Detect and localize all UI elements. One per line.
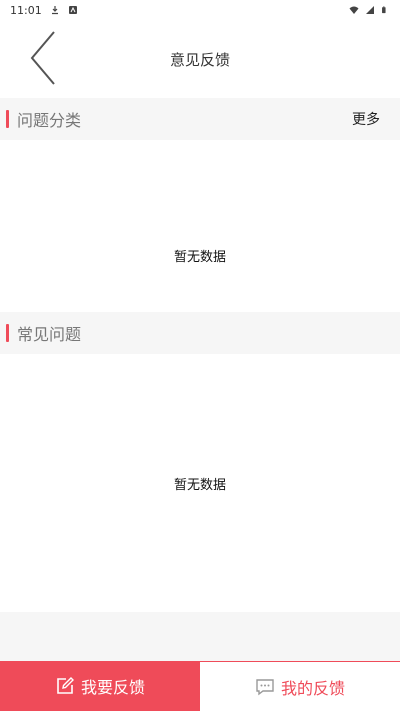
message-icon <box>256 678 274 695</box>
chevron-left-icon <box>30 31 55 85</box>
section-header-left: 问题分类 <box>0 107 81 131</box>
nav-bar: 意见反馈 <box>0 20 400 98</box>
faq-empty-text: 暂无数据 <box>173 477 226 493</box>
battery-icon <box>382 6 386 14</box>
status-left: 11:01 <box>10 4 78 17</box>
submit-feedback-label: 我要反馈 <box>80 678 145 697</box>
my-feedback-label: 我的反馈 <box>280 678 345 698</box>
section-header-category: 问题分类 更多 <box>0 98 400 140</box>
status-bar: 11:01 <box>0 0 400 20</box>
edit-icon <box>57 677 74 694</box>
section-title-faq: 常见问题 <box>17 325 82 344</box>
section-title-category: 问题分类 <box>17 111 82 130</box>
my-feedback-button[interactable]: 我的反馈 <box>200 661 400 711</box>
download-icon <box>51 6 58 15</box>
accent-bar <box>6 324 9 342</box>
status-time: 11:01 <box>10 3 42 17</box>
bottom-spacer <box>0 612 400 661</box>
category-empty-text: 暂无数据 <box>173 249 226 265</box>
back-button[interactable] <box>24 28 60 88</box>
bottom-action-bar: 我要反馈 我的反馈 <box>0 661 400 711</box>
submit-feedback-button[interactable]: 我要反馈 <box>0 661 200 711</box>
page-title: 意见反馈 <box>169 50 230 69</box>
accent-bar <box>6 110 9 128</box>
more-link[interactable]: 更多 <box>352 109 380 129</box>
section-header-faq: 常见问题 <box>0 312 400 354</box>
wifi-icon <box>349 6 359 14</box>
feedback-screen: 11:01 意见反馈 问题分类 更多 暂无数据 常见问题 暂无数据 我要反馈 我… <box>0 0 400 711</box>
notification-icon <box>68 6 77 14</box>
signal-icon <box>366 6 374 14</box>
faq-empty-area: 暂无数据 <box>0 354 400 612</box>
status-right <box>349 5 388 15</box>
category-empty-area: 暂无数据 <box>0 140 400 312</box>
section-header-left: 常见问题 <box>0 321 81 345</box>
